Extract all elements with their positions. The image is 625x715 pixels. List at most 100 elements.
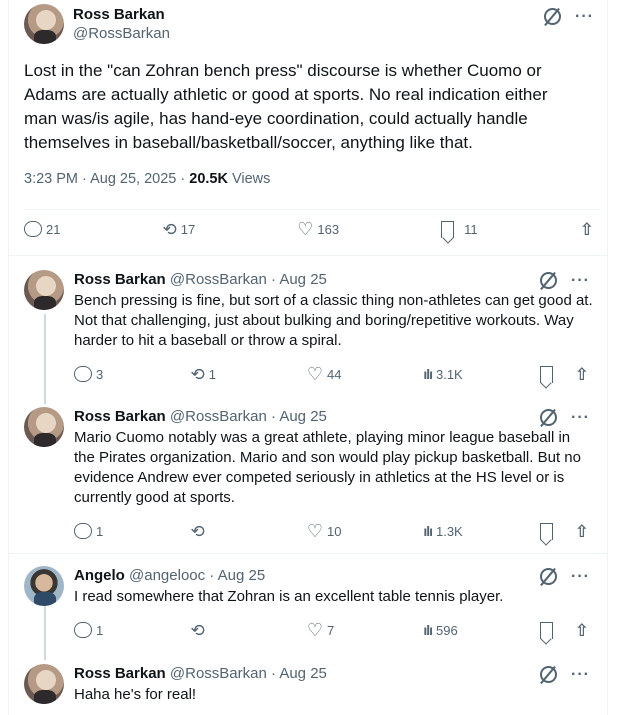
reply-date[interactable]: · Aug 25: [267, 665, 327, 682]
reply-actions: 1 ⟲ ♡ 10 ılı 1.3K ⇧: [74, 522, 589, 540]
avatar[interactable]: [24, 270, 64, 310]
more-icon[interactable]: ···: [571, 272, 590, 288]
grok-icon[interactable]: [540, 666, 558, 683]
author-handle[interactable]: @RossBarkan: [170, 665, 267, 682]
reply-actions: 1 ⟲ ♡ 7 ılı 596 ⇧: [74, 621, 589, 639]
reply-text: Bench pressing is fine, but sort of a cl…: [74, 292, 593, 349]
heart-icon: ♡: [306, 620, 324, 640]
grok-icon[interactable]: [540, 272, 558, 289]
reply-button[interactable]: 1: [74, 523, 190, 539]
reply-count: 1: [96, 622, 104, 638]
reply-secondary-actions: ⇧: [539, 365, 589, 383]
views-count: 20.5K: [189, 171, 228, 187]
reply-date[interactable]: · Aug 25: [205, 567, 265, 584]
author-name[interactable]: Ross Barkan: [74, 665, 166, 682]
views-count: 3.1K: [435, 366, 463, 382]
share-icon[interactable]: ⇧: [575, 622, 589, 639]
author-handle[interactable]: @angelooc: [129, 567, 205, 584]
bookmark-icon[interactable]: [539, 522, 553, 540]
views-count: 596: [435, 622, 458, 638]
share-icon: ⇧: [579, 219, 594, 239]
more-icon[interactable]: ···: [571, 666, 590, 682]
author-handle[interactable]: @RossBarkan: [73, 24, 170, 44]
reply-text: Mario Cuomo notably was a great athlete,…: [74, 429, 581, 506]
grok-icon[interactable]: [540, 409, 558, 426]
reply-icon: [74, 523, 92, 539]
heart-icon: ♡: [306, 521, 324, 541]
bookmark-icon[interactable]: [539, 621, 553, 639]
like-button[interactable]: ♡ 7: [307, 621, 423, 639]
share-button[interactable]: ⇧: [580, 221, 594, 238]
like-button[interactable]: ♡ 44: [307, 365, 423, 383]
main-tweet-actions: 21 ⟲ 17 ♡ 163 11 ⇧: [24, 220, 594, 238]
repost-icon: ⟲: [190, 521, 205, 541]
reply-count: 3: [96, 366, 104, 382]
like-count: 44: [327, 366, 342, 382]
bookmark-count: 11: [464, 221, 478, 237]
author-name[interactable]: Ross Barkan: [74, 271, 166, 288]
repost-button[interactable]: ⟲: [190, 523, 306, 540]
avatar[interactable]: [24, 4, 64, 44]
reply-icon: [74, 366, 92, 382]
author-handle[interactable]: @RossBarkan: [170, 271, 267, 288]
tweet-timestamp[interactable]: 3:23 PM · Aug 25, 2025 ·: [24, 171, 189, 187]
repost-button[interactable]: ⟲ 17: [163, 221, 196, 238]
tweet-text: Lost in the "can Zohran bench press" dis…: [24, 61, 548, 152]
reply-tweet[interactable]: Ross Barkan @RossBarkan · Aug 25 Mario C…: [24, 407, 600, 547]
like-count: 7: [327, 622, 335, 638]
grok-icon[interactable]: [544, 8, 562, 25]
tweet-meta: 3:23 PM · Aug 25, 2025 · 20.5K Views: [24, 171, 270, 187]
avatar[interactable]: [24, 664, 64, 704]
reply-button[interactable]: 1: [74, 622, 190, 638]
bookmark-icon[interactable]: [539, 365, 553, 383]
reply-header: Ross Barkan @RossBarkan · Aug 25: [74, 270, 594, 290]
reply-tweet[interactable]: Ross Barkan @RossBarkan · Aug 25 Haha he…: [24, 664, 600, 715]
more-icon[interactable]: ···: [571, 409, 590, 425]
repost-icon: ⟲: [162, 219, 177, 239]
author-name[interactable]: Ross Barkan: [73, 6, 170, 24]
reply-header: Ross Barkan @RossBarkan · Aug 25: [74, 664, 594, 684]
share-icon[interactable]: ⇧: [575, 366, 589, 383]
reply-button[interactable]: 21: [24, 221, 60, 237]
repost-button[interactable]: ⟲: [190, 622, 306, 639]
author-name[interactable]: Ross Barkan: [74, 408, 166, 425]
author-name[interactable]: Angelo: [74, 567, 125, 584]
reply-header: Ross Barkan @RossBarkan · Aug 25: [74, 407, 594, 427]
author-handle[interactable]: @RossBarkan: [170, 408, 267, 425]
like-count: 10: [327, 523, 342, 539]
avatar[interactable]: [24, 566, 64, 606]
views-label: Views: [227, 171, 271, 187]
reply-icon: [24, 221, 42, 237]
views-button[interactable]: ılı 3.1K: [423, 367, 539, 382]
reply-tweet[interactable]: Angelo @angelooc · Aug 25 I read somewhe…: [24, 566, 600, 646]
more-icon[interactable]: ···: [575, 8, 594, 24]
reply-tweet[interactable]: Ross Barkan @RossBarkan · Aug 25 Bench p…: [24, 270, 600, 390]
repost-count: 17: [180, 221, 196, 237]
heart-icon: ♡: [306, 364, 324, 384]
reply-text: I read somewhere that Zohran is an excel…: [74, 588, 504, 605]
share-icon[interactable]: ⇧: [575, 523, 589, 540]
grok-icon[interactable]: [540, 568, 558, 585]
repost-icon: ⟲: [190, 620, 205, 640]
reply-date[interactable]: · Aug 25: [267, 408, 327, 425]
heart-icon: ♡: [297, 219, 314, 239]
views-button[interactable]: ılı 596: [423, 623, 539, 638]
reply-actions: 3 ⟲ 1 ♡ 44 ılı 3.1K ⇧: [74, 365, 589, 383]
like-count: 163: [317, 221, 340, 237]
avatar[interactable]: [24, 407, 64, 447]
reply-secondary-actions: ⇧: [539, 621, 589, 639]
like-button[interactable]: ♡ 163: [297, 220, 339, 238]
repost-button[interactable]: ⟲ 1: [190, 366, 306, 383]
bookmark-button[interactable]: 11: [441, 220, 478, 238]
main-tweet-header: Ross Barkan @RossBarkan: [24, 4, 170, 44]
like-button[interactable]: ♡ 10: [307, 522, 423, 540]
reply-count: 1: [96, 523, 104, 539]
reply-button[interactable]: 3: [74, 366, 190, 382]
reply-text: Haha he's for real!: [74, 686, 197, 703]
repost-icon: ⟲: [190, 364, 205, 384]
reply-date[interactable]: · Aug 25: [267, 271, 327, 288]
views-button[interactable]: ılı 1.3K: [423, 524, 539, 539]
more-icon[interactable]: ···: [571, 568, 590, 584]
reply-header: Angelo @angelooc · Aug 25: [74, 566, 594, 586]
reply-icon: [74, 622, 92, 638]
